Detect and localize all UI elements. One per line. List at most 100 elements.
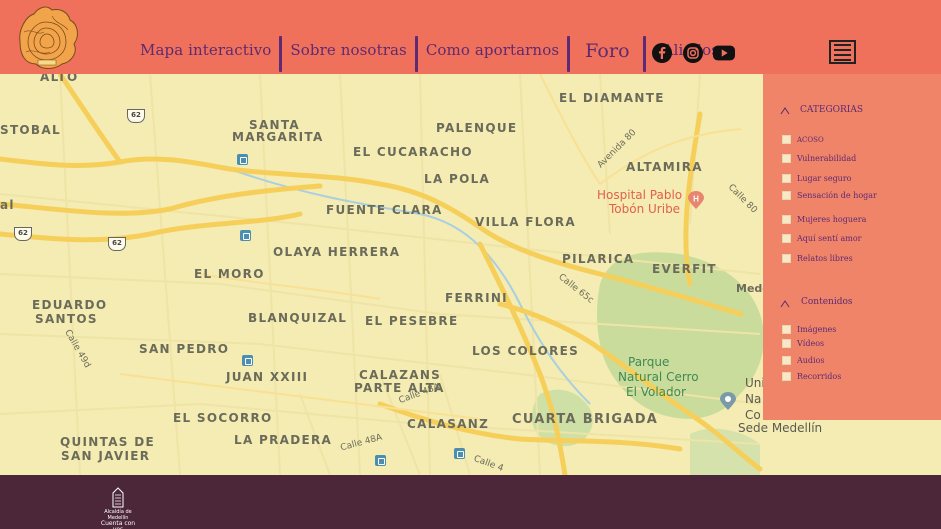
nav-mapa-interactivo[interactable]: Mapa interactivo [132,36,279,72]
place-label: Altamira [626,160,703,174]
collapse-chevron-icon[interactable] [780,296,790,308]
route-shield: 62 [127,109,145,123]
filter-panel: CATEGORIAS ACOSO Vulnerabilidad Lugar se… [763,74,941,420]
place-label: Quintas de [60,435,155,449]
place-label: Villa Flora [475,215,576,229]
nav-como-aportarnos[interactable]: Como aportarnos [418,36,567,72]
instagram-icon[interactable] [682,43,704,63]
collapse-chevron-icon[interactable] [780,103,790,115]
filter-label: ACOSO [797,135,824,144]
place-label: Blanquizal [248,311,348,325]
bus-stop-icon [240,230,251,241]
place-label: San Javier [61,449,151,463]
hospital-icon[interactable]: H [688,191,704,209]
place-label: Eduardo [32,298,108,312]
hospital-label[interactable]: Tobón Uribe [609,202,680,216]
place-label: La Pola [424,172,491,186]
checkbox[interactable] [782,191,791,200]
nav-sobre-nosotras[interactable]: Sobre nosotras [282,36,414,72]
place-label: El Pesebre [365,314,459,328]
park-label: El Volador [626,385,686,399]
place-label: Los Colores [472,344,580,358]
filter-label: Lugar seguro [797,174,852,183]
footer-logo-text: Alcaldía de Medellín Cuenta con vos [95,509,141,529]
hospital-label[interactable]: Hospital Pablo [597,188,682,202]
checkbox[interactable] [782,325,791,334]
filter-label: Aquí sentí amor [797,234,862,243]
filter-option-lugar-seguro[interactable]: Lugar seguro [782,174,851,183]
site-logo[interactable] [12,2,82,72]
place-label: Ferrini [445,291,508,305]
place-label: Stobal [0,123,61,137]
filter-option-audios[interactable]: Audios [782,356,825,365]
filter-option-imagenes[interactable]: Imágenes [782,325,836,334]
place-label: Olaya Herrera [273,245,401,259]
filter-option-aqui-senti-amor[interactable]: Aquí sentí amor [782,234,861,243]
svg-text:H: H [693,195,699,204]
place-label: La Pradera [234,433,333,447]
filter-option-recorridos[interactable]: Recorridos [782,372,841,381]
social-links [651,43,735,63]
site-footer: Alcaldía de Medellín Cuenta con vos [0,475,941,529]
place-label: Alto [40,74,79,84]
park-label: Natural Cerro [618,370,699,384]
place-label: Margarita [232,130,324,144]
filter-option-acoso[interactable]: ACOSO [782,135,824,144]
footer-logo-line: Cuenta con vos [100,520,136,529]
place-label: Pilarica [562,252,635,266]
route-shield: 62 [14,227,32,241]
place-label: El Diamante [559,91,665,105]
filter-label: Relatos libres [797,254,853,263]
filter-option-vulnerabilidad[interactable]: Vulnerabilidad [782,154,856,163]
place-label: Fuente Clara [326,203,443,217]
place-label: Calasanz [407,417,490,431]
place-label: El Cucaracho [353,145,473,159]
filter-label: Vídeos [797,339,825,348]
checkbox[interactable] [782,372,791,381]
checkbox[interactable] [782,254,791,263]
university-label: Sede Medellín [738,421,823,435]
filter-label: Sensación de hogar [797,191,877,200]
park-label: Parque [628,355,670,369]
checkbox[interactable] [782,215,791,224]
place-label: San Pedro [139,342,230,356]
place-label: Palenque [436,121,518,135]
checkbox[interactable] [782,174,791,183]
filter-label: Audios [797,356,825,365]
place-label: Calazans [359,368,442,382]
filter-label: Mujeres hoguera [797,215,867,224]
place-label: Cuarta Brigada [512,412,659,427]
filter-option-mujeres-hoguera[interactable]: Mujeres hoguera [782,215,866,224]
checkbox[interactable] [782,135,791,144]
place-label: al [0,198,15,212]
bus-stop-icon [242,355,253,366]
place-label: Everfit [652,262,717,276]
checkbox[interactable] [782,154,791,163]
youtube-icon[interactable] [713,43,735,63]
checkbox[interactable] [782,356,791,365]
park-area [690,428,760,475]
route-shield: 62 [108,237,126,251]
main-nav: Mapa interactivo Sobre nosotras Como apo… [132,36,727,74]
facebook-icon[interactable] [651,43,673,63]
place-label: Santos [35,312,98,326]
place-label: El Moro [194,267,265,281]
checkbox[interactable] [782,234,791,243]
categorias-title: CATEGORIAS [800,105,864,115]
bus-stop-icon [375,455,386,466]
filter-option-relatos-libres[interactable]: Relatos libres [782,254,853,263]
filter-label: Imágenes [797,325,837,334]
university-pin-icon[interactable] [720,392,736,410]
checkbox[interactable] [782,339,791,348]
contenidos-title: Contenidos [801,297,853,307]
site-header: Mapa interactivo Sobre nosotras Como apo… [0,0,941,74]
alcaldia-logo[interactable]: Alcaldía de Medellín Cuenta con vos [95,487,141,529]
hamburger-menu-icon[interactable] [829,40,856,64]
place-label: Juan XXIII [226,370,309,384]
university-label: Uni [745,376,765,390]
filter-label: Vulnerabilidad [797,154,857,163]
university-label: Co [745,408,761,422]
nav-foro[interactable]: Foro [570,36,643,72]
filter-option-videos[interactable]: Vídeos [782,339,824,348]
filter-option-sensacion-de-hogar[interactable]: Sensación de hogar [782,191,877,200]
